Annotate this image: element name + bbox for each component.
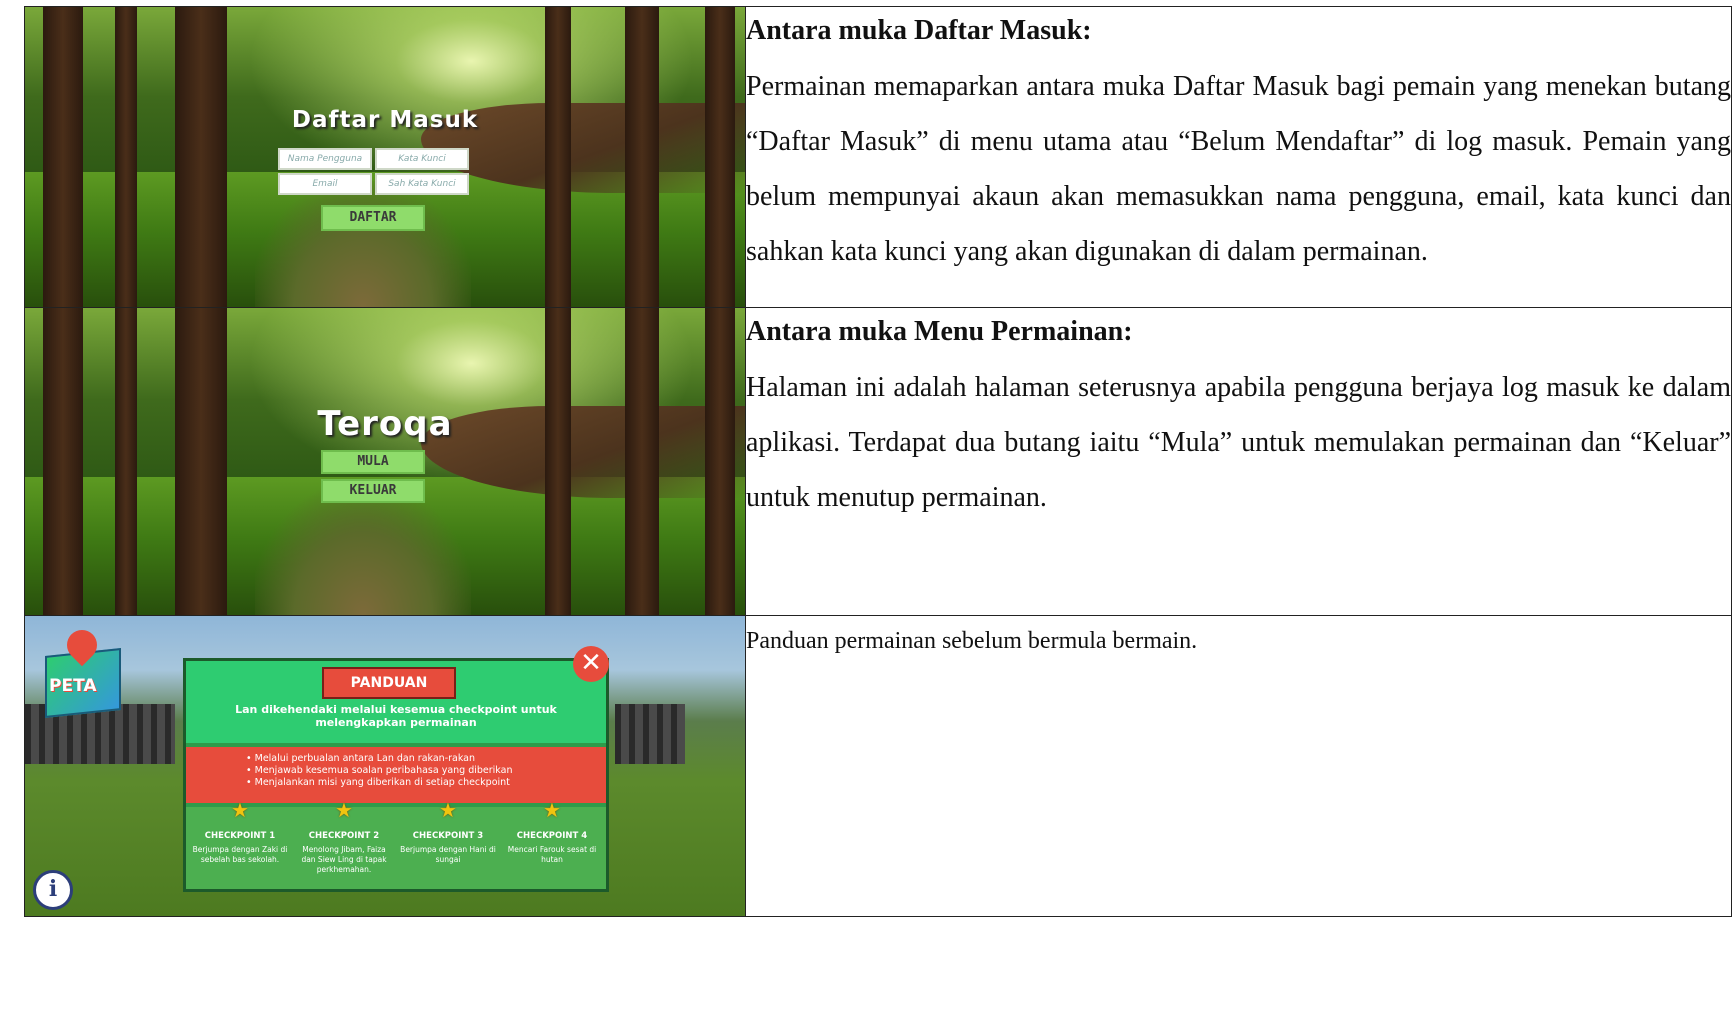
checkpoint-name: CHECKPOINT 2 [308, 831, 380, 841]
row-body: Halaman ini adalah halaman seterusnya ap… [746, 372, 1731, 513]
menu-screenshot: Teroqa MULA KELUAR [25, 308, 745, 615]
password-field[interactable]: Kata Kunci [375, 148, 469, 170]
start-button[interactable]: MULA [321, 450, 425, 474]
checkpoint-4: CHECKPOINT 4 Mencari Farouk sesat di hut… [502, 831, 602, 865]
table-row: Teroqa MULA KELUAR Antara muka Menu Perm… [24, 307, 1732, 616]
screenshot-cell: PETA PANDUAN Lan dikehendaki melalui kes… [24, 615, 746, 917]
screenshot-cell: Daftar Masuk Nama Pengguna Kata Kunci Em… [24, 6, 746, 308]
email-field[interactable]: Email [278, 173, 372, 195]
exit-button[interactable]: KELUAR [321, 479, 425, 503]
checkpoint-name: CHECKPOINT 4 [516, 831, 588, 841]
checkpoint-desc: Mencari Farouk sesat di hutan [507, 845, 597, 864]
checkpoint-1: CHECKPOINT 1 Berjumpa dengan Zaki di seb… [190, 831, 290, 865]
table-row: Daftar Masuk Nama Pengguna Kata Kunci Em… [24, 6, 1732, 308]
checkpoint-3: CHECKPOINT 3 Berjumpa dengan Hani di sun… [398, 831, 498, 865]
star-icon: ★ [543, 800, 561, 822]
row-body: Panduan permainan sebelum bermula bermai… [746, 628, 1198, 654]
register-button[interactable]: DAFTAR [321, 205, 425, 231]
guide-screenshot: PETA PANDUAN Lan dikehendaki melalui kes… [25, 616, 745, 916]
screenshot-cell: Teroqa MULA KELUAR [24, 307, 746, 616]
close-icon[interactable]: ✕ [573, 646, 609, 682]
username-field[interactable]: Nama Pengguna [278, 148, 372, 170]
star-icon: ★ [335, 800, 353, 822]
map-label: PETA [49, 676, 97, 696]
guide-panel: PANDUAN Lan dikehendaki melalui kesemua … [183, 658, 609, 892]
panel-intro: Lan dikehendaki melalui kesemua checkpoi… [235, 703, 557, 729]
row-title: Antara muka Menu Permainan: [746, 316, 1133, 347]
screen-heading: Daftar Masuk [291, 107, 479, 133]
checkpoint-name: CHECKPOINT 1 [204, 831, 276, 841]
game-title: Teroqa [317, 404, 453, 444]
description-cell: Antara muka Daftar Masuk: Permainan mema… [745, 6, 1732, 308]
checkpoint-2: CHECKPOINT 2 Menolong Jibam, Faiza dan S… [294, 831, 394, 875]
checkpoint-name: CHECKPOINT 3 [412, 831, 484, 841]
bullet-item: • Melalui perbualan antara Lan dan rakan… [246, 753, 476, 764]
bullet-item: • Menjawab kesemua soalan peribahasa yan… [246, 765, 513, 776]
bullet-item: • Menjalankan misi yang diberikan di set… [246, 777, 510, 788]
description-cell: Antara muka Menu Permainan: Halaman ini … [745, 307, 1732, 616]
panel-bullets: • Melalui perbualan antara Lan dan rakan… [246, 753, 512, 789]
document-table: Daftar Masuk Nama Pengguna Kata Kunci Em… [24, 6, 1732, 917]
checkpoint-desc: Berjumpa dengan Zaki di sebelah bas seko… [192, 845, 288, 864]
description-cell: Panduan permainan sebelum bermula bermai… [745, 615, 1732, 917]
map-button[interactable]: PETA [39, 623, 121, 718]
star-icon: ★ [439, 800, 457, 822]
row-body: Permainan memaparkan antara muka Daftar … [746, 71, 1731, 267]
table-row: PETA PANDUAN Lan dikehendaki melalui kes… [24, 615, 1732, 917]
checkpoint-desc: Berjumpa dengan Hani di sungai [400, 845, 496, 864]
confirm-password-field[interactable]: Sah Kata Kunci [375, 173, 469, 195]
checkpoint-desc: Menolong Jibam, Faiza dan Siew Ling di t… [301, 845, 387, 874]
fence [615, 704, 685, 764]
row-title: Antara muka Daftar Masuk: [746, 15, 1092, 46]
info-icon[interactable]: i [33, 870, 73, 910]
registration-screenshot: Daftar Masuk Nama Pengguna Kata Kunci Em… [25, 7, 745, 307]
star-icon: ★ [231, 800, 249, 822]
panel-title: PANDUAN [322, 667, 456, 699]
